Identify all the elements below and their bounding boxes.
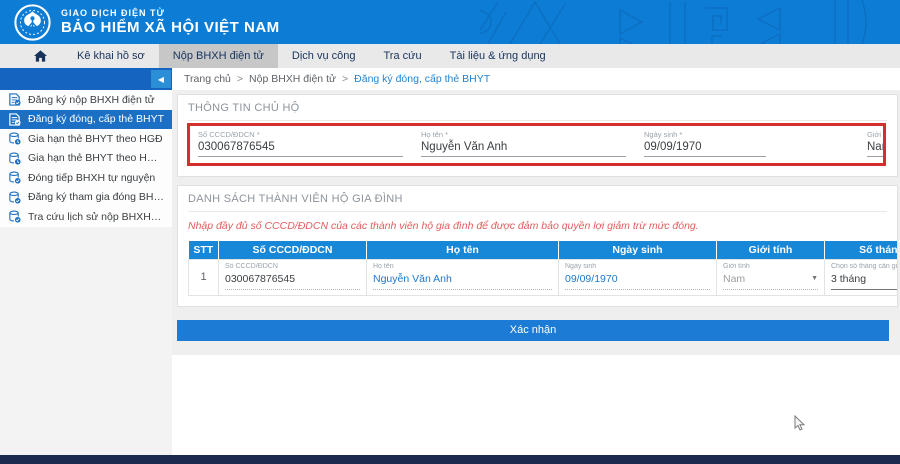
database-check-icon: [9, 210, 21, 223]
family-members-card: DANH SÁCH THÀNH VIÊN HỘ GIA ĐÌNH Nhập đầ…: [177, 185, 898, 307]
sidebar-item-tra-cuu-lich-su[interactable]: Tra cứu lịch sử nộp BHXH điện tử: [0, 207, 172, 227]
members-table-wrap: STT Số CCCD/ĐDCN Họ tên Ngày sinh Giới t…: [188, 241, 898, 296]
sidebar-item-dang-ky-nop-bhxh[interactable]: Đăng ký nộp BHXH điện tử: [0, 90, 172, 110]
cell-name-input[interactable]: Nguyễn Văn Anh: [373, 273, 552, 290]
bhxh-logo: [14, 3, 51, 41]
sidebar-item-label: Tra cứu lịch sử nộp BHXH điện tử: [28, 210, 164, 223]
owner-name-label: Họ tên *: [421, 130, 449, 139]
sidebar-item-label: Gia hạn thẻ BHYT theo HGĐ: [28, 132, 163, 145]
sidebar-item-gia-han-the-bhyt-hgd[interactable]: Gia hạn thẻ BHYT theo HGĐ: [0, 129, 172, 149]
owner-cccd-input[interactable]: 030067876545: [198, 141, 403, 157]
sidebar-item-gia-han-the-bhyt-hgd-tich-hop[interactable]: Gia hạn thẻ BHYT theo HGĐ tích hợp gi...: [0, 148, 172, 168]
sidebar-item-dong-tiep-bhxh-tu-nguyen[interactable]: Đóng tiếp BHXH tự nguyện: [0, 168, 172, 188]
row-cccd-cell: Số CCCD/ĐDCN 030067876545: [218, 258, 367, 296]
sidebar-item-label: Gia hạn thẻ BHYT theo HGĐ tích hợp gi...: [28, 152, 164, 165]
col-header-sothang: Số tháng đề nghị gia hạn: [824, 241, 897, 259]
breadcrumb-separator: >: [342, 73, 349, 85]
database-check-icon: [9, 191, 21, 204]
breadcrumb: Trang chủ > Nộp BHXH điện tử > Đăng ký đ…: [172, 68, 490, 90]
breadcrumb-separator: >: [236, 73, 244, 85]
breadcrumb-home[interactable]: Trang chủ: [184, 73, 231, 85]
cell-gender-select[interactable]: Nam ▼: [723, 273, 818, 290]
col-header-ngaysinh: Ngày sinh: [558, 241, 717, 259]
owner-gender-label: Giới tính *: [867, 130, 886, 139]
col-header-stt: STT: [188, 241, 219, 259]
owner-dob-field: Ngày sinh * 09/09/1970: [644, 130, 849, 157]
sidebar-menu: Đăng ký nộp BHXH điện tử Đăng ký đóng, c…: [0, 90, 172, 464]
nav-tab-nop-bhxh-dien-tu[interactable]: Nộp BHXH điện tử: [158, 44, 278, 68]
document-check-icon: [9, 113, 21, 126]
breadcrumb-nop-bhxh[interactable]: Nộp BHXH điện tử: [249, 73, 336, 85]
cell-gender-label: Giới tính: [723, 262, 750, 270]
content-area: THÔNG TIN CHỦ HỘ Số CCCD/ĐDCN * 03006787…: [172, 90, 900, 355]
chevron-left-icon: ◀: [157, 74, 165, 84]
cell-gender-value: Nam: [723, 272, 746, 285]
sidebar-item-label: Đăng ký tham gia đóng BHXH tự nguyện: [28, 191, 164, 204]
row-stt: 1: [188, 258, 219, 296]
database-check-icon: [9, 171, 21, 184]
chevron-down-icon: ▼: [811, 275, 818, 282]
nav-tab-dich-vu-cong[interactable]: Dịch vụ công: [278, 44, 370, 68]
header-decor-pattern: [480, 0, 867, 44]
col-header-gioitinh: Giới tính: [716, 241, 825, 259]
cell-months-label: Chọn số tháng cần gia hạn thẻ BHYT: [831, 262, 898, 270]
owner-section-title: THÔNG TIN CHỦ HỘ: [188, 102, 887, 121]
owner-name-field: Họ tên * Nguyễn Văn Anh: [421, 130, 626, 157]
cell-dob-input[interactable]: 09/09/1970: [565, 273, 710, 290]
owner-cccd-field: Số CCCD/ĐDCN * 030067876545: [198, 130, 403, 157]
col-header-cccd: Số CCCD/ĐDCN: [218, 241, 367, 259]
sidebar-item-label: Đóng tiếp BHXH tự nguyện: [28, 171, 156, 184]
owner-name-input[interactable]: Nguyễn Văn Anh: [421, 141, 626, 157]
nav-tab-ke-khai-ho-so[interactable]: Kê khai hồ sơ: [63, 44, 159, 68]
owner-info-card: THÔNG TIN CHỦ HỘ Số CCCD/ĐDCN * 03006787…: [177, 94, 898, 177]
sidebar-collapse-button[interactable]: ◀: [151, 70, 171, 88]
header-title: BẢO HIỂM XÃ HỘI VIỆT NAM: [61, 19, 280, 36]
col-header-hoten: Họ tên: [366, 241, 559, 259]
nav-tab-tra-cuu[interactable]: Tra cứu: [370, 44, 436, 68]
empty-area: [172, 354, 900, 464]
footer-bar: [0, 455, 900, 464]
sidebar-item-dang-ky-tham-gia-dong-bhxh[interactable]: Đăng ký tham gia đóng BHXH tự nguyện: [0, 187, 172, 207]
cell-months-select[interactable]: 3 tháng: [831, 273, 897, 290]
cell-cccd-label: Số CCCD/ĐDCN: [225, 262, 278, 270]
cell-dob-label: Ngày sinh: [565, 262, 597, 270]
members-table: STT Số CCCD/ĐDCN Họ tên Ngày sinh Giới t…: [188, 241, 898, 296]
breadcrumb-current: Đăng ký đóng, cấp thẻ BHYT: [354, 73, 491, 85]
row-dob-cell: Ngày sinh 09/09/1970: [558, 258, 717, 296]
owner-gender-select[interactable]: Nam: [867, 141, 883, 157]
annotation-highlight-box: Số CCCD/ĐDCN * 030067876545 Họ tên * Ngu…: [187, 123, 886, 166]
database-clock-icon: [9, 132, 21, 145]
home-icon: [34, 50, 47, 62]
members-section-title: DANH SÁCH THÀNH VIÊN HỘ GIA ĐÌNH: [188, 193, 887, 212]
home-button[interactable]: [18, 44, 63, 68]
main-navbar: Kê khai hồ sơ Nộp BHXH điện tử Dịch vụ c…: [0, 44, 900, 68]
sidebar-item-dang-ky-dong-cap-the-bhyt[interactable]: Đăng ký đóng, cấp thẻ BHYT: [0, 109, 172, 129]
sidebar-header-bar: ◀: [0, 68, 172, 90]
owner-cccd-label: Số CCCD/ĐDCN *: [198, 130, 260, 139]
cell-name-label: Họ tên: [373, 262, 394, 270]
database-clock-icon: [9, 152, 21, 165]
cccd-hint-note: Nhập đầy đủ số CCCD/ĐDCN của các thành v…: [188, 220, 699, 232]
owner-gender-field: Giới tính * Nam: [867, 130, 886, 157]
sidebar-item-label: Đăng ký nộp BHXH điện tử: [28, 93, 155, 106]
sidebar-item-label: Đăng ký đóng, cấp thẻ BHYT: [28, 113, 164, 126]
app-header: GIAO DỊCH ĐIỆN TỬ BẢO HIỂM XÃ HỘI VIỆT N…: [0, 0, 900, 44]
document-check-icon: [9, 93, 21, 106]
header-subtitle: GIAO DỊCH ĐIỆN TỬ: [61, 8, 165, 18]
row-name-cell: Họ tên Nguyễn Văn Anh: [366, 258, 559, 296]
confirm-button[interactable]: Xác nhận: [177, 319, 889, 341]
owner-dob-input[interactable]: 09/09/1970: [644, 141, 766, 157]
cell-cccd-input[interactable]: 030067876545: [225, 273, 360, 290]
owner-dob-label: Ngày sinh *: [644, 130, 683, 139]
row-gender-cell: Giới tính Nam ▼: [716, 258, 825, 296]
row-months-cell: Chọn số tháng cần gia hạn thẻ BHYT 3 thá…: [824, 258, 898, 296]
table-row: 1 Số CCCD/ĐDCN 030067876545 Họ tên Nguyễ…: [188, 258, 898, 296]
nav-tab-tai-lieu-ung-dung[interactable]: Tài liệu & ứng dụng: [436, 44, 560, 68]
breadcrumb-row: ◀ Trang chủ > Nộp BHXH điện tử > Đăng ký…: [0, 68, 900, 90]
